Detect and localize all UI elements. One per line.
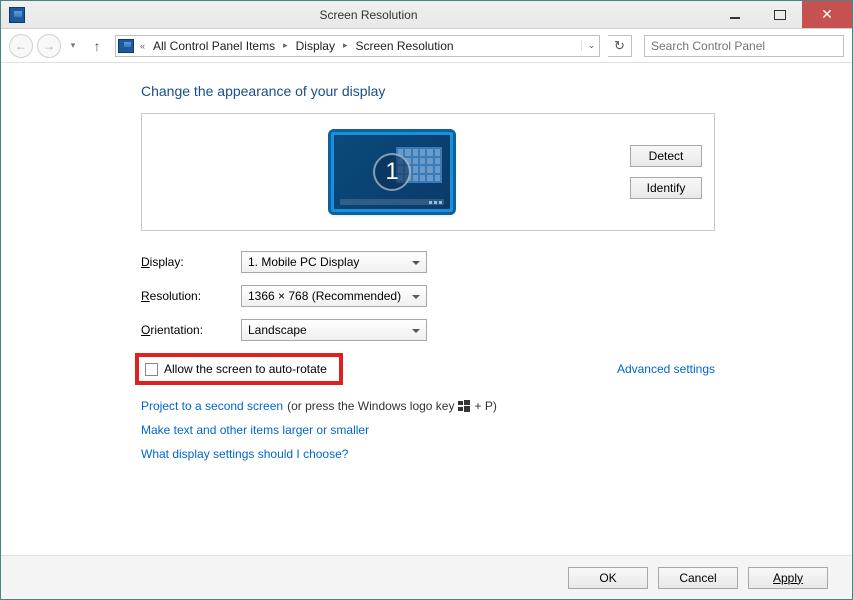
history-dropdown[interactable]: ▾ [67,40,79,51]
refresh-button[interactable]: ↻ [608,35,632,57]
chevron-icon: ▸ [339,40,352,51]
back-button[interactable]: ← [9,34,33,58]
ok-button[interactable]: OK [568,567,648,589]
monitor-number: 1 [334,135,450,209]
monitor-preview[interactable]: 1 [331,132,453,212]
resolution-select[interactable]: 1366 × 768 (Recommended) [241,285,427,307]
up-button[interactable]: ↑ [87,38,107,54]
search-input[interactable] [644,35,844,57]
content-area: Change the appearance of your display 1 … [1,63,852,555]
project-suffix: (or press the Windows logo key [287,399,454,413]
display-select[interactable]: 1. Mobile PC Display [241,251,427,273]
window: Screen Resolution ✕ ← → ▾ ↑ « All Contro… [0,0,853,600]
dialog-footer: OK Cancel Apply [1,555,852,599]
minimize-button[interactable] [712,1,757,28]
display-preview-box: 1 Detect Identify [141,113,715,231]
identify-button[interactable]: Identify [630,177,702,199]
cancel-button[interactable]: Cancel [658,567,738,589]
titlebar: Screen Resolution ✕ [1,1,852,29]
detect-button[interactable]: Detect [630,145,702,167]
app-icon [9,7,25,23]
project-suffix2: + P) [474,399,496,413]
window-title: Screen Resolution [25,8,712,22]
nav-toolbar: ← → ▾ ↑ « All Control Panel Items ▸ Disp… [1,29,852,63]
auto-rotate-label: Allow the screen to auto-rotate [164,362,327,376]
display-label: Display: [141,255,241,269]
apply-button[interactable]: Apply [748,567,828,589]
project-screen-link[interactable]: Project to a second screen [141,399,283,413]
text-size-link[interactable]: Make text and other items larger or smal… [141,423,369,437]
breadcrumb-seg-2[interactable]: Screen Resolution [354,39,456,53]
location-icon [118,39,134,53]
windows-key-icon [458,400,470,412]
breadcrumb-seg-1[interactable]: Display [294,39,337,53]
resolution-label: Resolution: [141,289,241,303]
forward-button[interactable]: → [37,34,61,58]
page-heading: Change the appearance of your display [141,83,852,99]
address-dropdown-icon[interactable]: ⌄ [581,40,597,51]
auto-rotate-checkbox[interactable] [145,363,158,376]
maximize-button[interactable] [757,1,802,28]
highlight-box: Allow the screen to auto-rotate [135,353,343,385]
chevron-icon: ▸ [279,40,292,51]
close-button[interactable]: ✕ [802,1,852,28]
orientation-select[interactable]: Landscape [241,319,427,341]
orientation-label: Orientation: [141,323,241,337]
advanced-settings-link[interactable]: Advanced settings [617,362,715,376]
address-bar[interactable]: « All Control Panel Items ▸ Display ▸ Sc… [115,35,600,57]
chevron-icon: « [136,41,149,51]
breadcrumb-seg-0[interactable]: All Control Panel Items [151,39,277,53]
help-link[interactable]: What display settings should I choose? [141,447,348,461]
window-controls: ✕ [712,1,852,28]
